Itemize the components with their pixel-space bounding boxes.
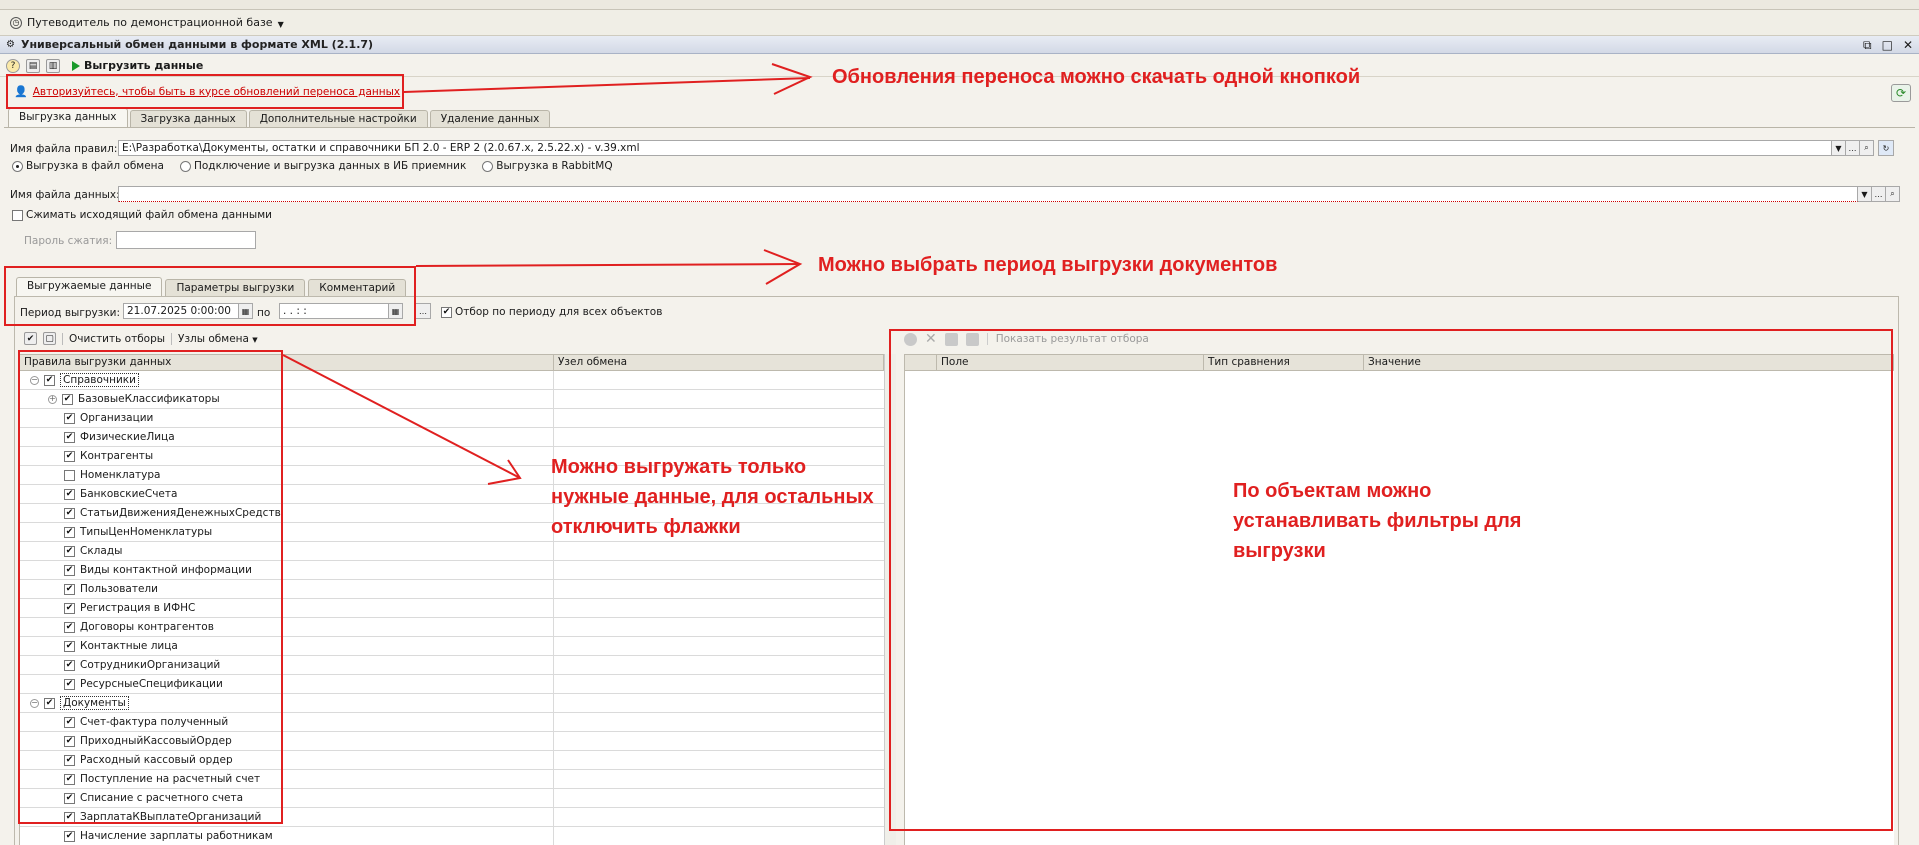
annotation-text-3: Можно выгружать только нужные данные, дл…	[551, 456, 874, 538]
arrow-tree-line	[282, 354, 521, 479]
arrow-auth-line	[403, 77, 811, 93]
annotation-text-1: Обновления переноса можно скачать одной …	[832, 66, 1361, 88]
annotation-arrows	[282, 63, 813, 485]
arrow-period-line	[415, 263, 801, 267]
arrow-period-head	[763, 249, 803, 285]
annotation-text-4: По объектам можно устанавливать фильтры …	[1233, 480, 1522, 562]
annotation-text-2: Можно выбрать период выгрузки документов	[818, 254, 1278, 276]
